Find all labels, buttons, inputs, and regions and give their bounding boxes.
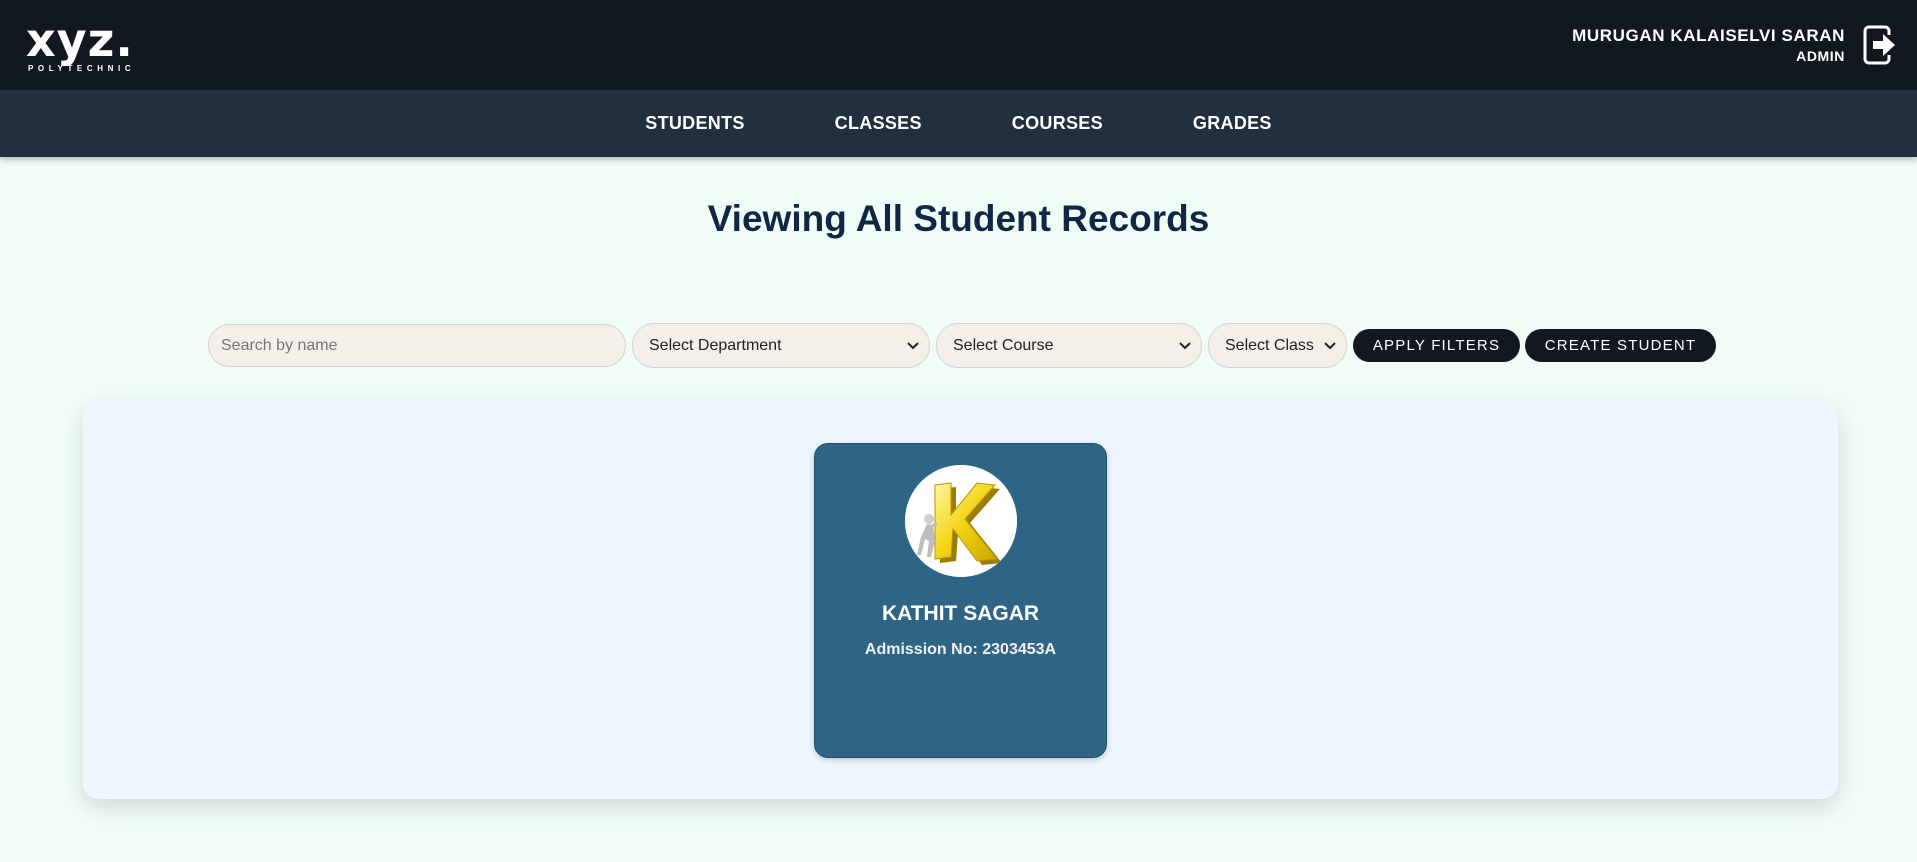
course-select[interactable]: Select Course bbox=[936, 323, 1202, 368]
top-header: xyz. POLYTECHNIC MURUGAN KALAISELVI SARA… bbox=[0, 0, 1917, 90]
logo[interactable]: xyz. POLYTECHNIC bbox=[26, 12, 136, 73]
course-select-value: Select Course bbox=[953, 336, 1054, 354]
chevron-down-icon bbox=[1324, 341, 1336, 349]
student-admission-number: Admission No: 2303453A bbox=[864, 641, 1057, 658]
page-title: Viewing All Student Records bbox=[707, 198, 1210, 239]
nav-students[interactable]: STUDENTS bbox=[645, 113, 744, 134]
logo-subtitle: POLYTECHNIC bbox=[28, 63, 136, 73]
class-select-value: Select Class bbox=[1225, 336, 1314, 354]
user-name: MURUGAN KALAISELVI SARAN bbox=[1572, 26, 1845, 45]
nav-classes[interactable]: CLASSES bbox=[835, 113, 922, 134]
department-select-value: Select Department bbox=[649, 336, 782, 354]
chevron-down-icon bbox=[1179, 341, 1191, 349]
search-input[interactable] bbox=[208, 324, 626, 367]
student-name: KATHIT SAGAR bbox=[881, 602, 1040, 625]
user-role: ADMIN bbox=[1796, 48, 1845, 64]
create-student-button[interactable]: CREATE STUDENT bbox=[1525, 329, 1716, 362]
nav-courses[interactable]: COURSES bbox=[1012, 113, 1103, 134]
user-info: MURUGAN KALAISELVI SARAN ADMIN bbox=[1572, 25, 1845, 65]
class-select[interactable]: Select Class bbox=[1208, 323, 1347, 368]
user-area: MURUGAN KALAISELVI SARAN ADMIN bbox=[1572, 25, 1897, 65]
student-avatar bbox=[905, 465, 1017, 577]
student-card[interactable]: KATHIT SAGAR Admission No: 2303453A bbox=[814, 443, 1107, 758]
student-records-panel: KATHIT SAGAR Admission No: 2303453A bbox=[83, 401, 1838, 799]
letter-k-avatar-icon bbox=[905, 465, 1017, 577]
chevron-down-icon bbox=[907, 341, 919, 349]
apply-filters-button[interactable]: APPLY FILTERS bbox=[1353, 329, 1520, 362]
logo-text: xyz. bbox=[26, 12, 134, 67]
filter-bar: Select Department Select Course Select C… bbox=[208, 323, 1721, 368]
nav-grades[interactable]: GRADES bbox=[1193, 113, 1272, 134]
logout-icon[interactable] bbox=[1863, 25, 1897, 65]
main-nav: STUDENTS CLASSES COURSES GRADES bbox=[0, 90, 1917, 157]
department-select[interactable]: Select Department bbox=[632, 323, 930, 368]
